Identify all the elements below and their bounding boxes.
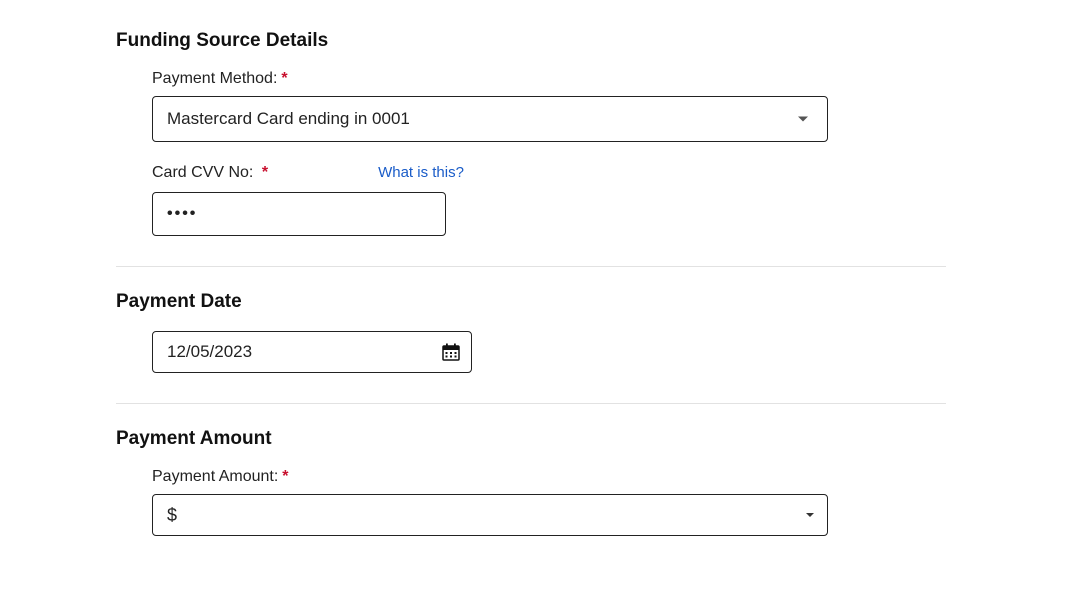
payment-amount-label: Payment Amount:	[152, 468, 278, 486]
payment-amount-title: Payment Amount	[116, 428, 946, 450]
cvv-help-link[interactable]: What is this?	[378, 164, 464, 181]
payment-method-value: Mastercard Card ending in 0001	[167, 109, 410, 129]
required-star: *	[282, 468, 288, 486]
required-star: *	[281, 70, 287, 88]
payment-date-field	[152, 331, 472, 373]
payment-method-field: Payment Method: * Mastercard Card ending…	[152, 70, 946, 142]
cvv-field: Card CVV No: * What is this?	[152, 164, 946, 236]
divider	[116, 266, 946, 267]
payment-amount-field: Payment Amount: * $	[152, 468, 946, 536]
cvv-input[interactable]	[152, 192, 446, 236]
calendar-icon[interactable]	[442, 343, 460, 361]
funding-source-title: Funding Source Details	[116, 30, 946, 52]
payment-date-title: Payment Date	[116, 291, 946, 313]
required-star: *	[262, 164, 268, 181]
payment-amount-select[interactable]: $	[152, 494, 828, 536]
payment-method-label: Payment Method:	[152, 70, 277, 88]
payment-date-input[interactable]	[152, 331, 472, 373]
payment-amount-value: $	[167, 505, 177, 526]
divider	[116, 403, 946, 404]
payment-method-select[interactable]: Mastercard Card ending in 0001	[152, 96, 828, 142]
cvv-label: Card CVV No:	[152, 164, 253, 181]
